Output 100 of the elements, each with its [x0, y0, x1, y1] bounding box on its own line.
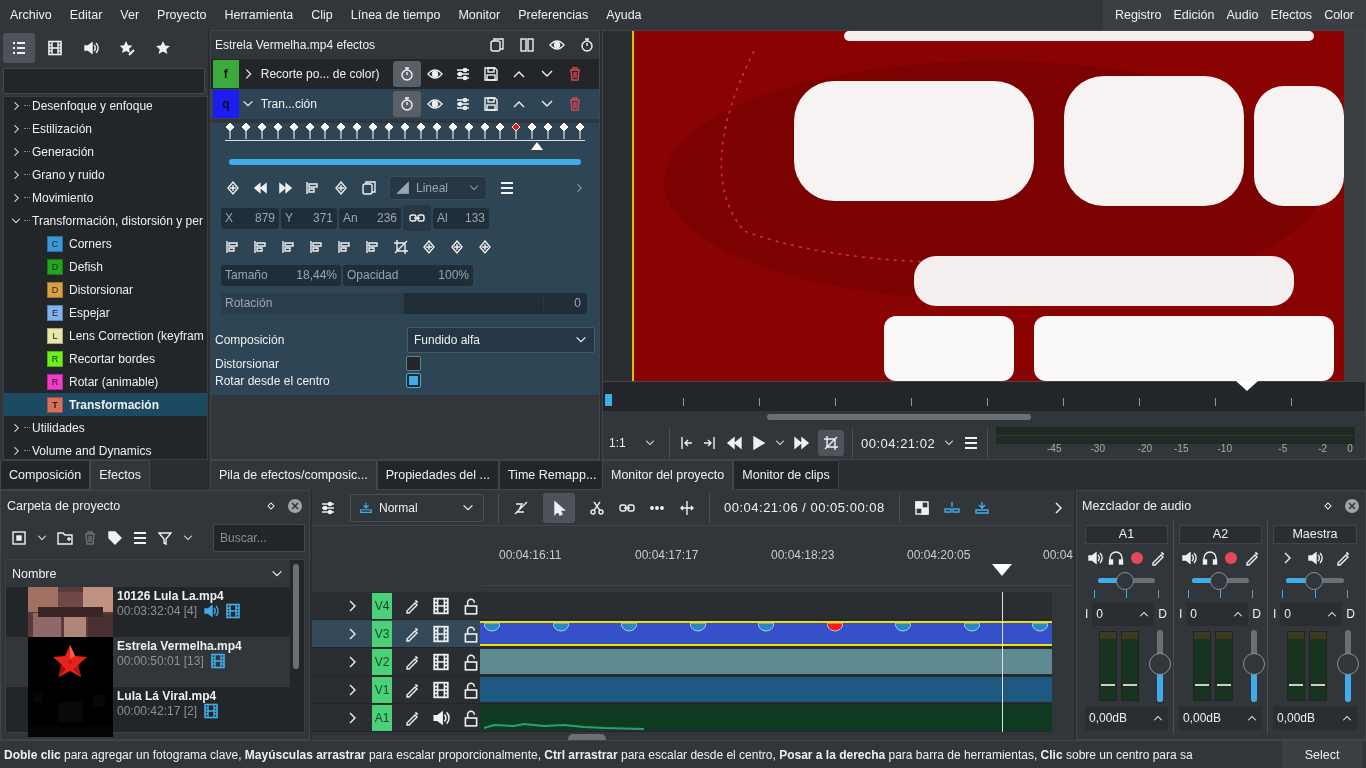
- overwrite-icon[interactable]: [973, 499, 990, 516]
- keyframe-marker[interactable]: [895, 623, 911, 632]
- clip-item[interactable]: Lula Lá Viral.mp4 00:00:42:17 [2]: [6, 687, 290, 737]
- filter-icon[interactable]: [157, 530, 173, 546]
- keyframe-marker[interactable]: [511, 123, 522, 139]
- add-keyframe-icon[interactable]: [225, 180, 241, 196]
- fast-forward-icon[interactable]: [794, 435, 810, 451]
- search-field[interactable]: Buscar...: [213, 524, 305, 552]
- mark-out-icon[interactable]: [702, 435, 718, 451]
- save-icon[interactable]: [483, 96, 499, 112]
- align-middle-icon[interactable]: [337, 239, 353, 255]
- effect-title[interactable]: Tran...ción: [254, 97, 393, 111]
- keyframe-marker[interactable]: [415, 123, 426, 139]
- y-field[interactable]: Y 371: [281, 207, 337, 229]
- balance-field[interactable]: 0: [1186, 602, 1249, 626]
- keyframe-marker[interactable]: [272, 123, 283, 139]
- dock-tab[interactable]: Propiedades del ...: [376, 460, 499, 490]
- effects-icon[interactable]: [404, 597, 420, 614]
- layout-tab[interactable]: Color: [1318, 8, 1360, 22]
- track-header[interactable]: V4: [312, 592, 480, 620]
- mute-icon[interactable]: [1181, 550, 1198, 566]
- keyframe-marker[interactable]: [574, 123, 585, 139]
- track-header[interactable]: A1: [312, 704, 480, 732]
- effect-item[interactable]: T Transformación: [4, 393, 207, 416]
- track-header[interactable]: V3: [312, 620, 480, 648]
- menu-icon[interactable]: [499, 180, 515, 196]
- crop-button[interactable]: [818, 430, 844, 456]
- menu-item[interactable]: Preferencias: [509, 8, 598, 22]
- volume-field[interactable]: 0,00dB: [1085, 706, 1168, 730]
- select-button[interactable]: Select: [1282, 741, 1362, 768]
- effects-icon[interactable]: [1243, 550, 1260, 566]
- fill-width-icon[interactable]: [421, 239, 437, 255]
- save-icon[interactable]: [483, 66, 499, 82]
- keyframe-marker[interactable]: [621, 623, 637, 632]
- scrollbar-handle[interactable]: [767, 414, 1031, 420]
- checkbox[interactable]: [406, 356, 421, 371]
- film-icon[interactable]: [432, 680, 450, 699]
- keyframe-marker[interactable]: [689, 623, 706, 632]
- dock-tab[interactable]: Composición: [0, 460, 91, 490]
- align-left-icon[interactable]: [225, 239, 241, 255]
- close-icon[interactable]: [1344, 498, 1360, 514]
- zoom-dropdown[interactable]: 1:1: [609, 436, 661, 450]
- keyframe-marker[interactable]: [336, 123, 347, 139]
- track-header[interactable]: V2: [312, 648, 480, 676]
- playhead-marker[interactable]: [992, 564, 1012, 576]
- list-view-tab[interactable]: [3, 33, 35, 63]
- composite-icon[interactable]: [913, 499, 930, 516]
- menu-item[interactable]: Línea de tiempo: [341, 8, 450, 22]
- mute-icon[interactable]: [1307, 550, 1323, 566]
- effect-item[interactable]: C Corners: [4, 232, 207, 255]
- next-keyframe-icon[interactable]: [279, 181, 293, 195]
- effects-icon[interactable]: [404, 653, 420, 670]
- keyframe-marker[interactable]: [256, 123, 267, 139]
- play-icon[interactable]: [750, 435, 766, 451]
- film-icon[interactable]: [47, 40, 63, 56]
- float-icon[interactable]: [1322, 500, 1334, 512]
- sliders-icon[interactable]: [455, 96, 471, 112]
- search-field[interactable]: [3, 68, 205, 94]
- select-tool-button[interactable]: [543, 492, 575, 523]
- stopwatch-icon[interactable]: [579, 37, 595, 53]
- category-label[interactable]: Grano y ruido: [32, 167, 105, 182]
- volume-fader[interactable]: [1149, 630, 1171, 702]
- keyframe-toggle-button[interactable]: [393, 91, 421, 117]
- effects-icon[interactable]: [404, 681, 420, 698]
- effect-item[interactable]: R Recortar bordes: [4, 347, 207, 370]
- track-label[interactable]: V1: [372, 676, 392, 703]
- lock-icon[interactable]: [462, 596, 480, 615]
- split-view-icon[interactable]: [519, 37, 535, 53]
- playhead-marker[interactable]: [531, 142, 543, 150]
- sliders-icon[interactable]: [455, 66, 471, 82]
- effect-item[interactable]: D Distorsionar: [4, 278, 207, 301]
- timecode-field[interactable]: 00:04:21:02: [861, 435, 936, 451]
- keyframe-marker[interactable]: [225, 123, 235, 139]
- balance-field[interactable]: 0: [1280, 602, 1343, 626]
- menu-icon[interactable]: [132, 530, 148, 546]
- category-label[interactable]: Desenfoque y enfoque: [32, 98, 153, 113]
- layout-tab[interactable]: Edición: [1167, 8, 1221, 22]
- menu-item[interactable]: Monitor: [449, 8, 510, 22]
- keyframe-marker[interactable]: [963, 623, 980, 632]
- copy-icon[interactable]: [489, 37, 505, 53]
- layout-tab[interactable]: Efectos: [1264, 8, 1319, 22]
- mute-icon[interactable]: [1087, 550, 1104, 566]
- menu-item[interactable]: Ver: [111, 8, 149, 22]
- column-header[interactable]: Nombre: [6, 560, 290, 587]
- menu-item[interactable]: Archivo: [1, 8, 61, 22]
- star-icon[interactable]: [155, 40, 171, 56]
- mark-in-icon[interactable]: [678, 435, 694, 451]
- track-label[interactable]: A1: [372, 704, 392, 731]
- category-label[interactable]: Volume and Dynamics: [32, 443, 152, 458]
- keyframe-marker[interactable]: [447, 123, 458, 139]
- align-center-icon[interactable]: [253, 239, 269, 255]
- track-label[interactable]: V4: [372, 592, 392, 619]
- align-top-icon[interactable]: [309, 239, 325, 255]
- balance-field[interactable]: 0: [1092, 602, 1155, 626]
- float-icon[interactable]: [265, 500, 277, 512]
- scrollbar-handle[interactable]: [293, 564, 299, 669]
- duplicate-keyframe-icon[interactable]: [333, 180, 349, 196]
- effect-item[interactable]: L Lens Correction (keyfram: [4, 324, 207, 347]
- keyframe-marker[interactable]: [304, 123, 315, 139]
- menu-item[interactable]: Ayuda: [597, 8, 651, 22]
